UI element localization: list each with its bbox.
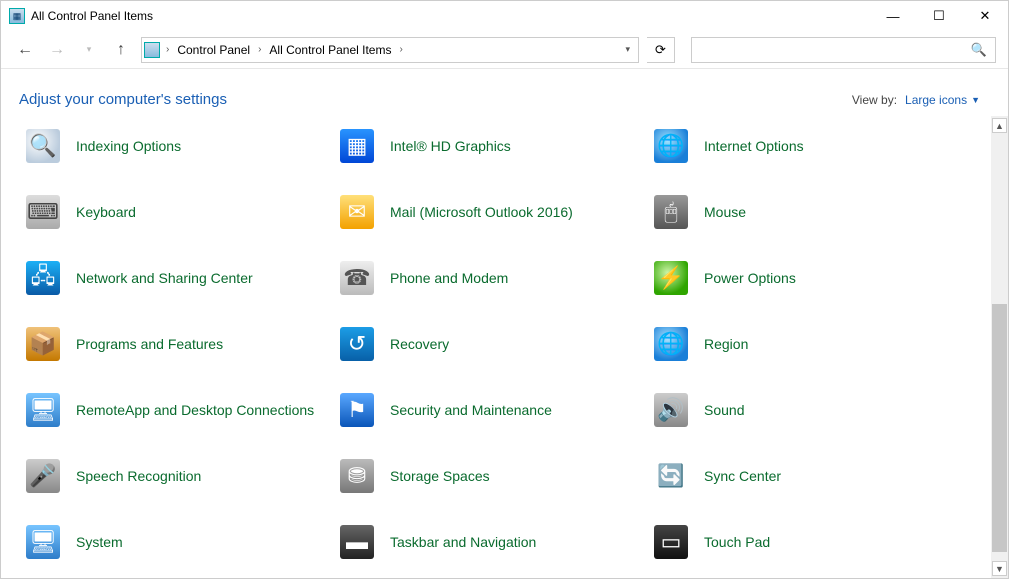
keyboard-icon: ⌨: [24, 193, 62, 231]
chevron-down-icon: ▼: [971, 95, 980, 105]
forward-button[interactable]: →: [45, 38, 69, 62]
cpl-item-label: Sync Center: [704, 468, 781, 484]
touch-pad-icon: ▭: [652, 523, 690, 561]
cpl-item-indexing-options[interactable]: 🔍 Indexing Options: [17, 122, 327, 170]
address-bar[interactable]: › Control Panel › All Control Panel Item…: [141, 37, 639, 63]
cpl-item-taskbar-navigation[interactable]: ▬ Taskbar and Navigation: [331, 518, 641, 566]
breadcrumb-all-items[interactable]: All Control Panel Items: [267, 41, 393, 59]
control-panel-icon: ▦: [9, 8, 25, 24]
address-history-dropdown[interactable]: ▾: [619, 44, 636, 55]
mouse-icon: 🖱: [652, 193, 690, 231]
cpl-item-programs-and-features[interactable]: 📦 Programs and Features: [17, 320, 327, 368]
viewby-dropdown[interactable]: Large icons ▼: [905, 93, 980, 107]
minimize-button[interactable]: —: [870, 1, 916, 31]
scroll-up-button[interactable]: ▲: [992, 118, 1007, 133]
programs-and-features-icon: 📦: [24, 325, 62, 363]
phone-and-modem-icon: ☎: [338, 259, 376, 297]
cpl-item-label: Indexing Options: [76, 138, 181, 154]
refresh-button[interactable]: ⟳: [647, 37, 675, 63]
cpl-item-label: System: [76, 534, 123, 550]
up-button[interactable]: ↑: [109, 38, 133, 62]
window: ▦ All Control Panel Items — ☐ ✕ ← → ▾ ↑ …: [0, 0, 1009, 579]
cpl-item-touch-pad[interactable]: ▭ Touch Pad: [645, 518, 955, 566]
sync-center-icon: 🔄: [652, 457, 690, 495]
cpl-item-label: Programs and Features: [76, 336, 223, 352]
cpl-item-label: Phone and Modem: [390, 270, 508, 286]
close-button[interactable]: ✕: [962, 1, 1008, 31]
cpl-item-internet-options[interactable]: 🌐 Internet Options: [645, 122, 955, 170]
search-input[interactable]: 🔍: [691, 37, 996, 63]
cpl-item-region[interactable]: 🌐 Region: [645, 320, 955, 368]
cpl-item-label: Mail (Microsoft Outlook 2016): [390, 204, 573, 220]
sound-icon: 🔊: [652, 391, 690, 429]
cpl-item-sync-center[interactable]: 🔄 Sync Center: [645, 452, 955, 500]
cpl-item-mail[interactable]: ✉ Mail (Microsoft Outlook 2016): [331, 188, 641, 236]
intel-hd-graphics-icon: ▦: [338, 127, 376, 165]
indexing-options-icon: 🔍: [24, 127, 62, 165]
page-title: Adjust your computer's settings: [19, 91, 227, 108]
maximize-button[interactable]: ☐: [916, 1, 962, 31]
address-bar-icon: [144, 42, 160, 58]
scroll-down-button[interactable]: ▼: [992, 561, 1007, 576]
back-button[interactable]: ←: [13, 38, 37, 62]
breadcrumb-control-panel[interactable]: Control Panel: [175, 41, 252, 59]
region-icon: 🌐: [652, 325, 690, 363]
cpl-item-label: Sound: [704, 402, 744, 418]
cpl-item-label: Security and Maintenance: [390, 402, 552, 418]
cpl-item-label: Recovery: [390, 336, 449, 352]
search-icon: 🔍: [971, 42, 987, 58]
internet-options-icon: 🌐: [652, 127, 690, 165]
cpl-item-recovery[interactable]: ↺ Recovery: [331, 320, 641, 368]
scroll-track[interactable]: [991, 133, 1008, 561]
cpl-item-network-sharing-center[interactable]: 🖧 Network and Sharing Center: [17, 254, 327, 302]
chevron-right-icon[interactable]: ›: [399, 44, 402, 55]
content-header: Adjust your computer's settings View by:…: [1, 69, 1008, 116]
remoteapp-desktop-icon: 🖥: [24, 391, 62, 429]
chevron-right-icon[interactable]: ›: [166, 44, 169, 55]
titlebar: ▦ All Control Panel Items — ☐ ✕: [1, 1, 1008, 31]
vertical-scrollbar[interactable]: ▲ ▼: [991, 116, 1008, 578]
scroll-thumb[interactable]: [992, 304, 1007, 552]
cpl-item-label: Touch Pad: [704, 534, 770, 550]
cpl-item-speech-recognition[interactable]: 🎤 Speech Recognition: [17, 452, 327, 500]
cpl-item-label: RemoteApp and Desktop Connections: [76, 402, 314, 418]
cpl-item-label: Internet Options: [704, 138, 804, 154]
cpl-item-label: Power Options: [704, 270, 796, 286]
cpl-item-mouse[interactable]: 🖱 Mouse: [645, 188, 955, 236]
cpl-item-phone-and-modem[interactable]: ☎ Phone and Modem: [331, 254, 641, 302]
taskbar-navigation-icon: ▬: [338, 523, 376, 561]
content-area: 🔍 Indexing Options ▦ Intel® HD Graphics 🌐 Int…: [1, 116, 991, 578]
mail-icon: ✉: [338, 193, 376, 231]
cpl-item-label: Region: [704, 336, 748, 352]
viewby-label: View by:: [852, 93, 897, 107]
cpl-item-label: Keyboard: [76, 204, 136, 220]
speech-recognition-icon: 🎤: [24, 457, 62, 495]
cpl-item-remoteapp-desktop[interactable]: 🖥 RemoteApp and Desktop Connections: [17, 386, 327, 434]
cpl-item-label: Storage Spaces: [390, 468, 490, 484]
storage-spaces-icon: ⛃: [338, 457, 376, 495]
cpl-item-storage-spaces[interactable]: ⛃ Storage Spaces: [331, 452, 641, 500]
cpl-item-label: Network and Sharing Center: [76, 270, 253, 286]
window-controls: — ☐ ✕: [870, 1, 1008, 31]
cpl-item-label: Intel® HD Graphics: [390, 138, 511, 154]
window-title: All Control Panel Items: [31, 9, 153, 23]
cpl-item-security-maintenance[interactable]: ⚑ Security and Maintenance: [331, 386, 641, 434]
cpl-item-label: Taskbar and Navigation: [390, 534, 536, 550]
cpl-item-label: Mouse: [704, 204, 746, 220]
security-maintenance-icon: ⚑: [338, 391, 376, 429]
cpl-item-intel-hd-graphics[interactable]: ▦ Intel® HD Graphics: [331, 122, 641, 170]
recovery-icon: ↺: [338, 325, 376, 363]
cpl-item-system[interactable]: 🖥 System: [17, 518, 327, 566]
system-icon: 🖥: [24, 523, 62, 561]
power-options-icon: ⚡: [652, 259, 690, 297]
toolbar: ← → ▾ ↑ › Control Panel › All Control Pa…: [1, 31, 1008, 69]
chevron-right-icon[interactable]: ›: [258, 44, 261, 55]
recent-locations-button[interactable]: ▾: [77, 38, 101, 62]
cpl-item-keyboard[interactable]: ⌨ Keyboard: [17, 188, 327, 236]
cpl-item-sound[interactable]: 🔊 Sound: [645, 386, 955, 434]
network-sharing-center-icon: 🖧: [24, 259, 62, 297]
cpl-item-label: Speech Recognition: [76, 468, 201, 484]
cpl-item-power-options[interactable]: ⚡ Power Options: [645, 254, 955, 302]
